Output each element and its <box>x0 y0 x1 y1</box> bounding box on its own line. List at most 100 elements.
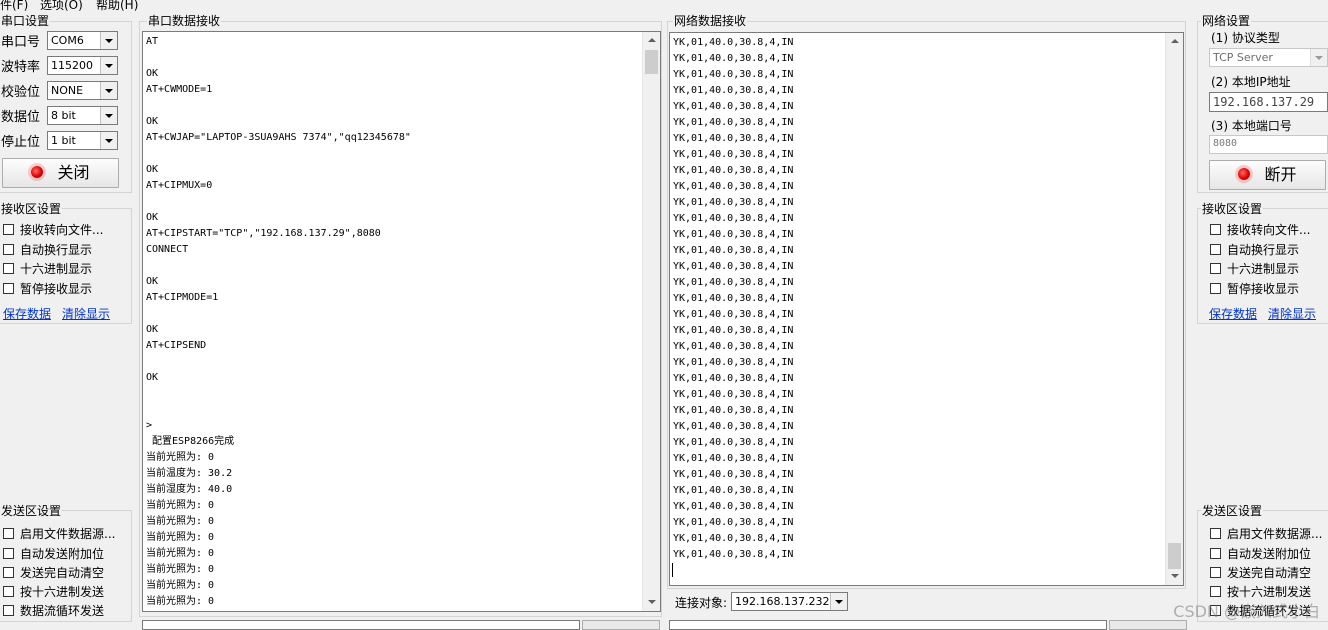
protocol-select[interactable]: TCP Server <box>1209 48 1328 67</box>
network-receive-text: YK,01,40.0,30.8,4,IN YK,01,40.0,30.8,4,IN… <box>673 35 793 563</box>
checkbox-icon <box>1210 548 1221 559</box>
right-send-option-autoclear[interactable]: 发送完自动清空 <box>1210 566 1311 580</box>
network-line: YK,01,40.0,30.8,4,IN <box>673 277 794 288</box>
parity-label: 校验位 <box>1 85 41 100</box>
serial-line: OK <box>146 212 159 223</box>
serial-receive-scrollbar[interactable] <box>642 32 660 611</box>
right-recv-option-to-file[interactable]: 接收转向文件... <box>1210 223 1310 237</box>
serial-send-input[interactable] <box>142 620 580 630</box>
serial-line <box>146 194 411 210</box>
chevron-down-icon <box>100 107 117 124</box>
serial-line: 当前光照为: 0 <box>146 610 411 611</box>
serial-line <box>146 50 411 66</box>
network-line: YK,01,40.0,30.8,4,IN <box>673 261 794 272</box>
network-receive-area[interactable]: YK,01,40.0,30.8,4,IN YK,01,40.0,30.8,4,IN… <box>669 32 1184 586</box>
right-save-data-link[interactable]: 保存数据 <box>1209 305 1257 322</box>
baud-label: 波特率 <box>1 60 41 75</box>
scroll-thumb[interactable] <box>1168 543 1181 569</box>
menu-file[interactable]: 件(F) <box>0 0 28 13</box>
left-send-option-append[interactable]: 自动发送附加位 <box>3 547 104 561</box>
serial-receive-area[interactable]: AT OK AT+CWMODE=1 OK AT+CWJAP="LAPTOP-3SUA… <box>142 31 661 612</box>
checkbox-icon <box>1210 283 1221 294</box>
baud-select[interactable]: 115200 <box>47 56 118 75</box>
status-led-icon <box>1238 167 1251 180</box>
network-line: YK,01,40.0,30.8,4,IN <box>673 549 794 560</box>
network-line: YK,01,40.0,30.8,4,IN <box>673 485 794 496</box>
left-send-option-loop[interactable]: 数据流循环发送 <box>3 604 104 618</box>
network-line: YK,01,40.0,30.8,4,IN <box>673 533 794 544</box>
menu-help[interactable]: 帮助(H) <box>96 0 138 13</box>
network-line: YK,01,40.0,30.8,4,IN <box>673 53 794 64</box>
network-receive-scrollbar[interactable] <box>1165 33 1183 585</box>
network-line: YK,01,40.0,30.8,4,IN <box>673 517 794 528</box>
watermark: CSDN @嵌入式小白 <box>1173 602 1320 621</box>
serial-line: CONNECT <box>146 244 189 255</box>
right-send-option-append[interactable]: 自动发送附加位 <box>1210 547 1311 561</box>
serial-receive-text: AT OK AT+CWMODE=1 OK AT+CWJAP="LAPTOP-3SUA… <box>146 34 411 611</box>
right-recv-option-hex[interactable]: 十六进制显示 <box>1210 262 1299 276</box>
checkbox-icon <box>3 244 14 255</box>
network-line: YK,01,40.0,30.8,4,IN <box>673 165 794 176</box>
scroll-up-icon[interactable] <box>1166 33 1183 50</box>
network-receive-title: 网络数据接收 <box>673 14 748 28</box>
scroll-down-icon[interactable] <box>643 594 660 611</box>
serial-line: AT+CWJAP="LAPTOP-3SUA9AHS 7374","qq12345… <box>146 132 411 143</box>
left-recv-option-autowrap[interactable]: 自动换行显示 <box>3 243 92 257</box>
right-recv-option-autowrap[interactable]: 自动换行显示 <box>1210 243 1299 257</box>
menu-options[interactable]: 选项(O) <box>40 0 83 13</box>
chevron-down-icon <box>100 132 117 149</box>
checkbox-icon <box>3 263 14 274</box>
scroll-down-icon[interactable] <box>1166 568 1183 585</box>
serial-send-button[interactable] <box>582 620 660 630</box>
left-save-data-link[interactable]: 保存数据 <box>3 305 51 322</box>
stopbits-select[interactable]: 1 bit <box>47 131 118 150</box>
left-send-option-autoclear[interactable]: 发送完自动清空 <box>3 566 104 580</box>
serial-line <box>146 402 411 418</box>
network-line: YK,01,40.0,30.8,4,IN <box>673 101 794 112</box>
serial-line: AT+CIPMODE=1 <box>146 292 219 303</box>
serial-line: 当前湿度为: 40.0 <box>146 484 233 495</box>
port-label: 串口号 <box>1 35 41 50</box>
left-recv-option-pause[interactable]: 暂停接收显示 <box>3 282 92 296</box>
serial-line: AT+CIPMUX=0 <box>146 180 213 191</box>
connect-target-select[interactable]: 192.168.137.232:28 <box>731 592 848 611</box>
scroll-thumb[interactable] <box>645 50 658 74</box>
network-line: YK,01,40.0,30.8,4,IN <box>673 293 794 304</box>
local-port-field[interactable]: 8080 <box>1209 135 1328 154</box>
serial-line <box>146 146 411 162</box>
stopbits-label: 停止位 <box>1 135 41 150</box>
close-button-label: 关闭 <box>57 163 90 182</box>
left-clear-display-link[interactable]: 清除显示 <box>62 305 110 322</box>
network-line: YK,01,40.0,30.8,4,IN <box>673 197 794 208</box>
left-send-option-file-source[interactable]: 启用文件数据源... <box>3 527 115 541</box>
network-line: YK,01,40.0,30.8,4,IN <box>673 325 794 336</box>
serial-line <box>146 258 411 274</box>
serial-line: AT+CIPSTART="TCP","192.168.137.29",8080 <box>146 228 381 239</box>
network-send-input[interactable] <box>669 620 1107 630</box>
left-receive-settings-title: 接收区设置 <box>0 202 63 216</box>
serial-line: 配置ESP8266完成 <box>146 436 235 447</box>
serial-settings-title: 串口设置 <box>0 14 51 28</box>
checkbox-icon <box>3 586 14 597</box>
port-select[interactable]: COM6 <box>47 31 118 50</box>
network-line: YK,01,40.0,30.8,4,IN <box>673 85 794 96</box>
left-recv-option-to-file[interactable]: 接收转向文件... <box>3 223 103 237</box>
right-clear-display-link[interactable]: 清除显示 <box>1268 305 1316 322</box>
scroll-up-icon[interactable] <box>643 32 660 49</box>
databits-select[interactable]: 8 bit <box>47 106 118 125</box>
right-send-option-hex[interactable]: 按十六进制发送 <box>1210 585 1311 599</box>
serial-line: OK <box>146 372 159 383</box>
disconnect-button[interactable]: 断开 <box>1209 160 1326 190</box>
checkbox-icon <box>3 567 14 578</box>
left-recv-option-hex[interactable]: 十六进制显示 <box>3 262 92 276</box>
left-send-option-hex[interactable]: 按十六进制发送 <box>3 585 104 599</box>
serial-line: OK <box>146 164 159 175</box>
checkbox-icon <box>1210 528 1221 539</box>
parity-select[interactable]: NONE <box>47 81 118 100</box>
close-port-button[interactable]: 关闭 <box>2 158 119 188</box>
right-recv-option-pause[interactable]: 暂停接收显示 <box>1210 282 1299 296</box>
checkbox-icon <box>3 548 14 559</box>
disconnect-button-label: 断开 <box>1264 165 1297 184</box>
local-ip-field[interactable]: 192.168.137.29 <box>1209 92 1328 112</box>
right-send-option-file-source[interactable]: 启用文件数据源... <box>1210 527 1322 541</box>
